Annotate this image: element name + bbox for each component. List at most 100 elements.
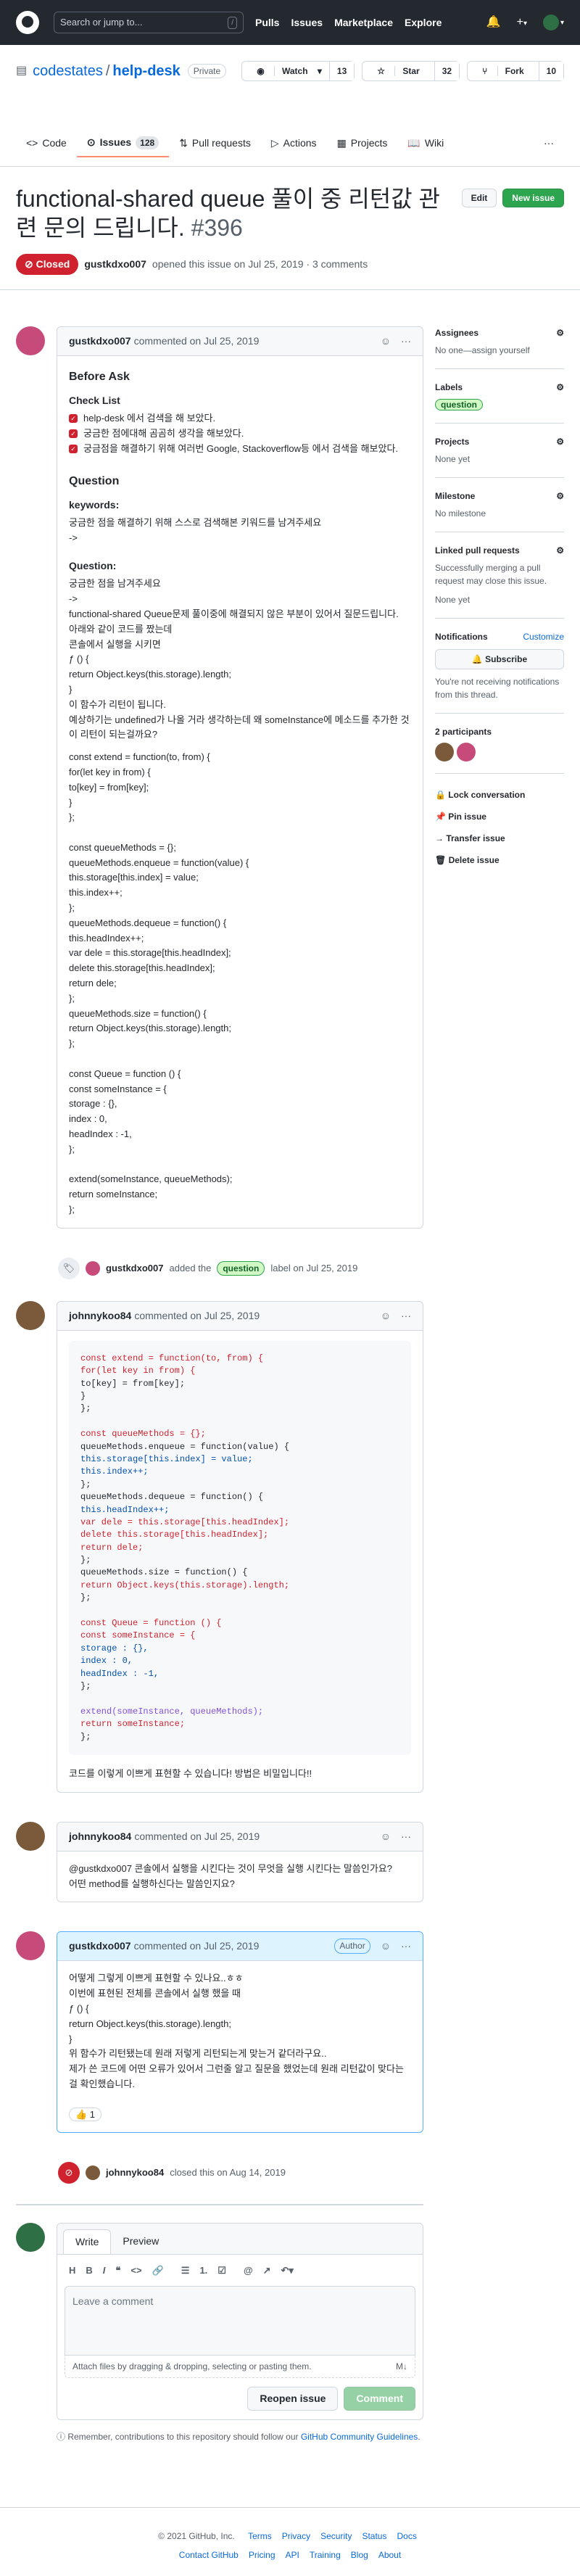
saved-replies-icon[interactable]: ↶▾ — [281, 2263, 294, 2278]
more-options-icon[interactable]: ··· — [401, 334, 411, 349]
transfer-issue-link[interactable]: → Transfer issue — [435, 832, 564, 845]
global-nav: Pulls Issues Marketplace Explore — [255, 15, 442, 30]
smiley-icon[interactable]: ☺ — [381, 334, 391, 349]
watch-button[interactable]: ◉ Watch ▾ 13 — [241, 61, 355, 81]
code-line: queueMethods.dequeue = function() { — [80, 1492, 264, 1503]
bulleted-list-icon[interactable]: ☰ — [181, 2263, 190, 2278]
avatar[interactable] — [86, 2165, 100, 2180]
gear-icon[interactable]: ⚙ — [556, 381, 564, 394]
comment-author[interactable]: gustkdxo007 — [69, 1939, 131, 1954]
comment-author[interactable]: gustkdxo007 — [69, 334, 131, 349]
repo-actions: ◉ Watch ▾ 13 ☆ Star 32 ⑂ Fork 10 — [241, 61, 564, 81]
smiley-icon[interactable]: ☺ — [381, 1308, 391, 1324]
repo-name-link[interactable]: help-desk — [112, 60, 180, 82]
user-avatar[interactable]: ▾ — [542, 15, 564, 30]
link-icon[interactable]: 🔗 — [152, 2263, 164, 2278]
mention-icon[interactable]: @ — [244, 2263, 253, 2278]
avatar[interactable] — [435, 743, 454, 761]
gear-icon[interactable]: ⚙ — [556, 326, 564, 339]
nav-marketplace[interactable]: Marketplace — [334, 15, 393, 30]
more-options-icon[interactable]: ··· — [401, 1308, 411, 1324]
star-button[interactable]: ☆ Star 32 — [362, 61, 460, 81]
reopen-issue-button[interactable]: Reopen issue — [247, 2387, 339, 2411]
event-author[interactable]: johnnykoo84 — [106, 2166, 164, 2180]
question-label[interactable]: question — [217, 1260, 265, 1276]
task-list-icon[interactable]: ☑ — [218, 2263, 226, 2278]
italic-icon[interactable]: I — [103, 2263, 106, 2278]
bell-icon[interactable]: 🔔 — [486, 14, 501, 31]
comment-author[interactable]: johnnykoo84 — [69, 1308, 131, 1324]
code-icon[interactable]: <> — [130, 2263, 141, 2278]
tab-projects[interactable]: ▦ Projects — [327, 129, 398, 157]
tab-wiki[interactable]: 📖 Wiki — [397, 129, 454, 157]
avatar[interactable] — [457, 743, 476, 761]
avatar[interactable] — [16, 1300, 45, 1330]
attach-files-area[interactable]: Attach files by dragging & dropping, sel… — [65, 2356, 415, 2379]
note-text: Remember, contributions to this reposito… — [67, 2432, 299, 2443]
issues-count-badge: 128 — [136, 136, 160, 149]
more-options-icon[interactable]: ··· — [401, 1829, 411, 1844]
gear-icon[interactable]: ⚙ — [556, 544, 564, 557]
subscribe-button[interactable]: 🔔 Subscribe — [435, 649, 564, 669]
footer-link-pricing[interactable]: Pricing — [249, 2550, 276, 2560]
plus-icon[interactable]: +▾ — [517, 14, 527, 31]
footer-link-training[interactable]: Training — [310, 2550, 341, 2560]
tab-actions[interactable]: ▷ Actions — [261, 129, 327, 157]
smiley-icon[interactable]: ☺ — [381, 1829, 391, 1844]
footer-link-blog[interactable]: Blog — [351, 2550, 368, 2560]
tab-pull-requests[interactable]: ⇅ Pull requests — [169, 129, 261, 157]
more-options-icon[interactable]: ··· — [401, 1939, 411, 1954]
footer-link-security[interactable]: Security — [320, 2531, 352, 2541]
issue-author-link[interactable]: gustkdxo007 — [84, 257, 146, 272]
assignees-value[interactable]: No one—assign yourself — [435, 345, 530, 355]
footer-link-privacy[interactable]: Privacy — [282, 2531, 310, 2541]
edit-button[interactable]: Edit — [461, 189, 497, 207]
tab-code[interactable]: <> Code — [16, 129, 77, 157]
nav-explore[interactable]: Explore — [405, 15, 442, 30]
smiley-icon[interactable]: ☺ — [381, 1939, 391, 1954]
avatar[interactable] — [16, 326, 45, 355]
comment-button[interactable]: Comment — [344, 2387, 415, 2411]
avatar[interactable] — [16, 1821, 45, 1851]
footer-link-contact[interactable]: Contact GitHub — [179, 2550, 239, 2560]
gear-icon[interactable]: ⚙ — [556, 435, 564, 448]
numbered-list-icon[interactable]: 1. — [199, 2263, 207, 2278]
customize-link[interactable]: Customize — [523, 630, 564, 643]
watch-count[interactable]: 13 — [328, 62, 355, 80]
avatar[interactable] — [86, 1260, 100, 1276]
github-logo-icon[interactable] — [16, 11, 39, 34]
nav-issues[interactable]: Issues — [291, 15, 323, 30]
footer-link-terms[interactable]: Terms — [248, 2531, 272, 2541]
more-tabs-icon[interactable]: ··· — [534, 129, 564, 157]
delete-issue-link[interactable]: 🗑 Delete issue — [435, 854, 564, 867]
repo-owner-link[interactable]: codestates — [33, 60, 103, 82]
footer-link-status[interactable]: Status — [362, 2531, 386, 2541]
event-author[interactable]: gustkdxo007 — [106, 1261, 163, 1276]
footer-link-api[interactable]: API — [286, 2550, 299, 2560]
star-count[interactable]: 32 — [434, 62, 460, 80]
gear-icon[interactable]: ⚙ — [556, 490, 564, 503]
guidelines-link[interactable]: GitHub Community Guidelines — [301, 2432, 418, 2442]
thumbs-up-reaction[interactable]: 👍 1 — [69, 2107, 102, 2121]
footer-link-docs[interactable]: Docs — [397, 2531, 416, 2541]
nav-pulls[interactable]: Pulls — [255, 15, 279, 30]
tab-preview[interactable]: Preview — [111, 2229, 170, 2254]
footer-link-about[interactable]: About — [378, 2550, 401, 2560]
avatar[interactable] — [16, 2222, 45, 2252]
comment-author[interactable]: johnnykoo84 — [69, 1829, 131, 1844]
comment-textarea[interactable]: Leave a comment — [65, 2286, 415, 2356]
avatar[interactable] — [16, 1931, 45, 1961]
search-input[interactable]: Search or jump to... / — [54, 12, 244, 33]
tab-write[interactable]: Write — [63, 2229, 112, 2254]
bold-icon[interactable]: B — [86, 2263, 92, 2278]
lock-conversation-link[interactable]: 🔒 Lock conversation — [435, 788, 564, 801]
fork-count[interactable]: 10 — [538, 62, 563, 80]
heading-icon[interactable]: H — [69, 2263, 75, 2278]
pin-issue-link[interactable]: 📌 Pin issue — [435, 810, 564, 823]
fork-button[interactable]: ⑂ Fork 10 — [467, 61, 564, 81]
new-issue-button[interactable]: New issue — [502, 189, 564, 207]
cross-reference-icon[interactable]: ↗ — [263, 2263, 271, 2278]
tab-issues[interactable]: ⊙ Issues 128 — [76, 129, 170, 157]
quote-icon[interactable]: ❝ — [115, 2263, 120, 2278]
question-label[interactable]: question — [435, 399, 483, 410]
